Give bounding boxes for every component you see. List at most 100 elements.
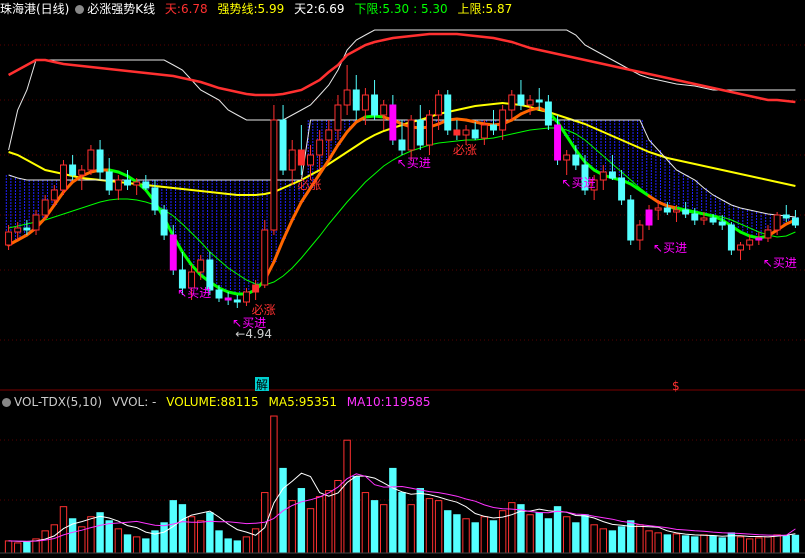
candle-body: [252, 284, 260, 293]
candle-body: [361, 94, 369, 111]
indicator-name[interactable]: 必涨强势K线: [87, 0, 155, 18]
candle-body: [96, 149, 104, 173]
volume-bar: [370, 500, 379, 554]
candle-body: [32, 214, 40, 231]
volume-bar: [288, 500, 296, 554]
volume-settings-circle-icon[interactable]: [2, 398, 11, 407]
strength-line-segment: [345, 120, 358, 134]
volume-bar: [361, 492, 370, 554]
volume-bar: [434, 500, 443, 554]
volume-bar: [553, 506, 562, 554]
xiaxian-label: 下限:: [354, 2, 383, 16]
ma5-value: 95351: [298, 395, 337, 409]
volume-bar: [663, 534, 672, 554]
candle-body: [279, 119, 287, 171]
candle-body: [316, 139, 324, 156]
candle-body: [5, 231, 13, 246]
candle-body: [691, 213, 699, 221]
tian-label: 天:: [164, 2, 181, 16]
volume-bar: [672, 533, 681, 554]
volume-bar: [736, 536, 745, 554]
low-price-label: ←4.94: [235, 327, 272, 341]
volume-bar: [270, 415, 278, 554]
candle-body: [618, 177, 626, 201]
ma5-label: MA5:: [268, 395, 299, 409]
volume-bar: [489, 520, 498, 554]
volume-bar: [562, 516, 571, 554]
candle-body: [490, 124, 497, 131]
volume-bar: [691, 536, 699, 554]
buy-signal-label: ↖买进: [562, 176, 596, 190]
dollar-marker: $: [672, 379, 680, 393]
volume-bar: [142, 538, 150, 554]
volume-bar: [709, 535, 717, 554]
candle-body: [352, 89, 360, 111]
volume-bar: [178, 504, 187, 554]
buy-signal-label: ↖买进: [763, 256, 797, 270]
red-upper-line: [7, 32, 796, 104]
candle-body: [499, 109, 507, 131]
candle-body: [69, 164, 77, 176]
candle-body: [407, 119, 415, 151]
candle-body: [673, 209, 680, 213]
candle-body: [480, 124, 488, 139]
volume-indicator-name[interactable]: VOL-TDX(5,10): [14, 393, 102, 411]
candle-body: [444, 94, 452, 131]
volume-bar: [581, 514, 589, 554]
candle-body: [645, 209, 653, 226]
buy-signal-label: ↖买进: [653, 241, 687, 255]
strength-line-segment: [272, 238, 285, 264]
candle-body: [737, 244, 745, 251]
candle-body: [169, 234, 177, 271]
candle-body: [233, 299, 241, 303]
volume-bar: [325, 490, 333, 554]
volume-bar: [471, 522, 479, 554]
candle-body: [14, 227, 22, 233]
candle-body: [599, 171, 607, 181]
candle-body: [78, 169, 86, 176]
volume-bar: [197, 520, 205, 554]
candle-body: [151, 187, 159, 211]
candle-body: [471, 129, 479, 139]
strength-line-segment: [565, 134, 578, 152]
volume-panel-header: VOL-TDX(5,10) VVOL: - VOLUME:88115 MA5:9…: [0, 393, 430, 411]
candle-body: [398, 139, 406, 151]
chart-canvas: ↖买进↖买进↖买进↖买进↖买进↖买进必涨必涨必涨←4.94解 $: [0, 29, 805, 554]
strength-line-segment: [510, 112, 523, 122]
volume-bar: [755, 537, 763, 554]
candle-body: [654, 207, 662, 211]
candle-body: [709, 217, 717, 223]
volume-bar: [425, 498, 434, 554]
candle-body: [114, 179, 122, 191]
candle-body: [215, 289, 223, 299]
candle-body: [50, 189, 58, 201]
strength-line-segment: [16, 233, 29, 242]
qsx-value: 5.99: [257, 2, 285, 16]
vvol-readout: VVOL: -: [111, 395, 157, 409]
settings-circle-icon[interactable]: [75, 5, 85, 14]
tian2-value: 6.69: [317, 2, 345, 16]
volume-bar: [132, 536, 141, 554]
candle-body: [572, 154, 580, 166]
candle-body: [297, 149, 305, 166]
candle-body: [700, 217, 708, 221]
candle-body: [425, 114, 433, 146]
candle-body: [682, 209, 690, 215]
surge-signal-label: 必涨: [297, 177, 321, 192]
volume-bar: [462, 518, 470, 554]
strength-line-segment: [281, 218, 294, 242]
volume-bar: [453, 514, 461, 554]
candle-body: [389, 104, 397, 141]
ma10-label: MA10:: [346, 395, 385, 409]
candle-body: [160, 209, 168, 236]
security-title[interactable]: 珠海港(日线): [0, 0, 69, 18]
candle-body: [554, 124, 562, 161]
candle-body: [380, 104, 388, 116]
volume-value: 88115: [220, 395, 259, 409]
candle-body: [87, 149, 95, 171]
qsx-label: 强势线:: [217, 2, 258, 16]
volume-bar: [389, 467, 397, 554]
chart-stage: ↖买进 ↖买进 ↖买进 ↖买进 ↖买进 ↖买进 必涨 必涨 必涨 ←4.94 解 $ 珠海港(日线) …: [0, 0, 805, 555]
candle-body: [334, 104, 342, 131]
candle-body: [791, 217, 799, 226]
